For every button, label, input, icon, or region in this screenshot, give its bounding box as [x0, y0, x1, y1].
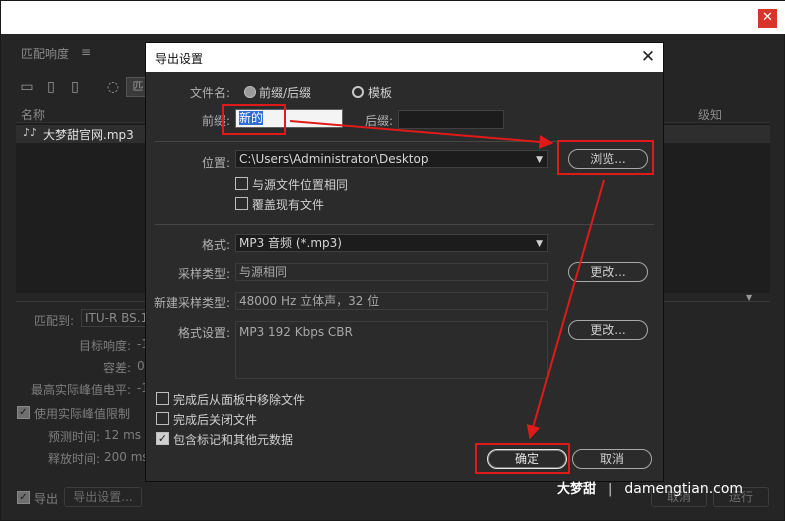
prefix-highlight-box	[222, 104, 286, 135]
release-label: 释放时间:	[48, 452, 101, 466]
trash-icon[interactable]: ▯	[43, 79, 59, 95]
overwrite-label[interactable]: 覆盖现有文件	[252, 196, 324, 213]
overwrite-checkbox[interactable]	[235, 197, 248, 210]
include-markers-checkbox[interactable]: ✓	[156, 432, 169, 445]
export-label: 导出	[34, 492, 59, 506]
remove-from-panel-label[interactable]: 完成后从面板中移除文件	[173, 391, 305, 408]
match-to-label: 匹配到:	[34, 314, 75, 328]
folder-open-icon[interactable]: ▭	[19, 79, 35, 95]
format-label: 格式:	[202, 238, 231, 252]
release-value[interactable]: 200 ms	[104, 450, 149, 464]
column-status[interactable]: 级知	[698, 106, 722, 123]
format-settings-label: 格式设置:	[178, 326, 231, 340]
column-name[interactable]: 名称	[21, 106, 45, 123]
ok-highlight-box	[475, 443, 570, 474]
format-select[interactable]: MP3 音频 (*.mp3) ▼	[235, 234, 548, 252]
close-file-checkbox[interactable]	[156, 412, 169, 425]
export-checkbox[interactable]: ✓	[17, 491, 30, 504]
watermark-brand: 大梦甜	[557, 482, 597, 497]
new-sample-type-value: 48000 Hz 立体声，32 位	[235, 292, 548, 310]
template-label[interactable]: 模板	[368, 84, 392, 101]
same-as-source-checkbox[interactable]	[235, 177, 248, 190]
use-true-peak-label: 使用实际峰值限制	[34, 407, 131, 421]
format-settings-value: MP3 192 Kbps CBR	[235, 321, 548, 379]
close-icon[interactable]: ✕	[758, 9, 777, 28]
loudness-icon[interactable]: ◌	[105, 79, 121, 95]
browse-highlight-box	[557, 140, 654, 175]
location-label: 位置:	[202, 156, 231, 170]
prefix-suffix-label[interactable]: 前缀/后缀	[259, 84, 311, 101]
loudness-settings: 匹配到: ITU-R BS.1770 目标响度: -1 容差: 0.5 最高实际…	[17, 309, 171, 479]
location-value: C:\Users\Administrator\Desktop	[239, 152, 429, 166]
divider	[155, 224, 654, 225]
app-titlebar: ✕	[1, 1, 785, 34]
suffix-input[interactable]	[398, 110, 504, 129]
change-format-settings-button[interactable]: 更改...	[568, 320, 648, 340]
target-loudness-label: 目标响度:	[79, 339, 132, 353]
dialog-title: 导出设置	[155, 52, 204, 66]
multi-delete-icon[interactable]: ▯	[67, 79, 83, 95]
checkmark-icon: ✓	[157, 432, 168, 445]
max-peak-label: 最高实际峰值电平:	[31, 383, 132, 397]
close-file-label[interactable]: 完成后关闭文件	[173, 411, 257, 428]
cancel-button[interactable]: 取消	[572, 449, 652, 469]
close-icon[interactable]: ✕	[638, 47, 658, 67]
export-settings-button[interactable]: 导出设置...	[64, 487, 142, 507]
new-sample-type-label: 新建采样类型:	[154, 296, 231, 310]
change-sample-type-button[interactable]: 更改...	[568, 262, 648, 282]
filename-label: 文件名:	[190, 86, 231, 100]
audio-file-icon: ♪♪	[23, 126, 38, 139]
prefix-suffix-radio[interactable]	[244, 86, 256, 98]
watermark-domain: damengtian.com	[624, 481, 744, 497]
template-radio[interactable]	[352, 86, 364, 98]
panel-title: 匹配响度	[21, 47, 70, 61]
format-value: MP3 音频 (*.mp3)	[239, 236, 342, 250]
same-as-source-label[interactable]: 与源文件位置相同	[252, 176, 348, 193]
lookahead-label: 预测时间:	[48, 430, 101, 444]
location-select[interactable]: C:\Users\Administrator\Desktop ▼	[235, 150, 548, 168]
lookahead-value[interactable]: 12 ms	[104, 428, 141, 442]
remove-from-panel-checkbox[interactable]	[156, 392, 169, 405]
panel-menu-icon[interactable]: ≡	[81, 45, 91, 59]
sample-type-value: 与源相同	[235, 263, 548, 281]
include-markers-label[interactable]: 包含标记和其他元数据	[173, 431, 293, 448]
watermark: 大梦甜 | damengtian.com	[557, 481, 744, 497]
use-true-peak-checkbox[interactable]: ✓	[17, 406, 30, 419]
file-name: 大梦甜官网.mp3	[43, 128, 134, 142]
tolerance-label: 容差:	[103, 361, 132, 375]
sample-type-label: 采样类型:	[178, 267, 231, 281]
dialog-titlebar: 导出设置 ✕	[146, 43, 663, 72]
suffix-label: 后缀:	[365, 114, 394, 128]
chevron-down-icon: ▼	[536, 239, 543, 249]
chevron-down-icon: ▼	[536, 155, 543, 165]
